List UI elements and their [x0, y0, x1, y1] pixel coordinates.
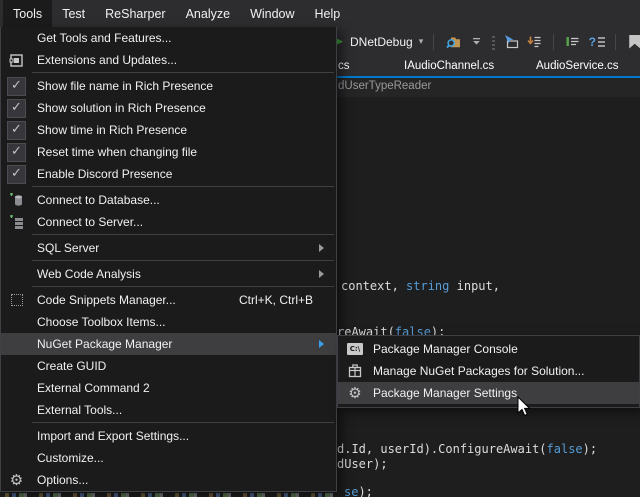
menu-item-show-time-rich-presence[interactable]: ✓ Show time in Rich Presence — [1, 119, 336, 141]
menu-item-enable-discord-presence[interactable]: ✓ Enable Discord Presence — [1, 163, 336, 185]
checked-icon: ✓ — [1, 165, 32, 184]
submenu-item-package-manager-settings[interactable]: ⚙ Package Manager Settings — [338, 382, 639, 404]
code-line: dUser); — [337, 457, 388, 471]
menu-item-show-file-name-rich-presence[interactable]: ✓ Show file name in Rich Presence — [1, 75, 336, 97]
check-icon: ✓ — [7, 77, 26, 96]
code-token: ); — [358, 485, 372, 497]
visual-studio-window: Tools Test ReSharper Analyze Window Help… — [0, 0, 640, 497]
bookmark-shape — [629, 35, 640, 49]
nuget-submenu: C:\ Package Manager Console Manage NuGet… — [337, 335, 640, 408]
menu-item-create-guid[interactable]: Create GUID — [1, 355, 336, 377]
menu-separator — [32, 186, 334, 187]
bookmark-icon[interactable] — [626, 33, 640, 50]
question-glyph: ? — [589, 35, 596, 49]
tab-iaudiochannel[interactable]: IAudioChannel.cs — [404, 56, 494, 76]
menu-separator — [32, 286, 334, 287]
menubar-item-resharper[interactable]: ReSharper — [95, 0, 175, 27]
code-line: context, string input, — [341, 279, 500, 293]
menu-item-external-tools[interactable]: External Tools... — [1, 399, 336, 421]
check-icon: ✓ — [7, 99, 26, 118]
checked-icon: ✓ — [1, 99, 32, 118]
checked-icon: ✓ — [1, 143, 32, 162]
code-token: context, — [341, 279, 406, 293]
menu-separator — [32, 422, 334, 423]
gear-icon: ⚙ — [345, 386, 365, 401]
menu-item-get-tools-and-features[interactable]: Get Tools and Features... — [1, 27, 336, 49]
menu-item-reset-time-changing-file[interactable]: ✓ Reset time when changing file — [1, 141, 336, 163]
code-snippets-icon — [1, 294, 32, 306]
menu-item-connect-to-server[interactable]: Connect to Server... — [1, 211, 336, 233]
toolbar-separator — [615, 34, 616, 50]
tab-partial[interactable]: cs — [338, 56, 350, 76]
menu-separator — [32, 72, 334, 73]
menubar-item-test[interactable]: Test — [52, 0, 95, 27]
menu-item-external-command-2[interactable]: External Command 2 — [1, 377, 336, 399]
shortcut-label: Ctrl+K, Ctrl+B — [239, 293, 319, 307]
menubar-item-tools[interactable]: Tools — [3, 0, 52, 27]
menu-item-options[interactable]: ⚙ Options... — [1, 469, 336, 491]
menu-item-connect-to-database[interactable]: Connect to Database... — [1, 189, 336, 211]
toolbar-separator — [553, 34, 554, 50]
toolbar-overflow-chevron-icon[interactable] — [468, 33, 485, 50]
member-list-icon[interactable] — [502, 33, 519, 50]
console-icon: C:\ — [345, 343, 365, 355]
submenu-arrow-icon — [319, 270, 336, 278]
menu-item-show-solution-rich-presence[interactable]: ✓ Show solution in Rich Presence — [1, 97, 336, 119]
code-token-keyword: se — [344, 485, 358, 497]
code-line: se); — [344, 485, 373, 497]
menu-separator — [32, 260, 334, 261]
menu-item-code-snippets-manager[interactable]: Code Snippets Manager... Ctrl+K, Ctrl+B — [1, 289, 336, 311]
checked-icon: ✓ — [1, 77, 32, 96]
menubar-item-analyze[interactable]: Analyze — [176, 0, 240, 27]
menubar-item-help[interactable]: Help — [305, 0, 351, 27]
checked-icon: ✓ — [1, 121, 32, 140]
menu-item-import-export-settings[interactable]: Import and Export Settings... — [1, 425, 336, 447]
package-icon — [345, 364, 365, 378]
run-config-label: DNetDebug — [350, 35, 413, 49]
quick-info-icon[interactable]: ? — [588, 33, 605, 50]
menu-item-sql-server[interactable]: SQL Server — [1, 237, 336, 259]
mouse-cursor — [515, 396, 535, 418]
word-completion-icon[interactable] — [526, 33, 543, 50]
tools-menu: Get Tools and Features... Extensions and… — [0, 27, 337, 492]
database-icon — [1, 192, 32, 208]
quick-info-lines — [598, 37, 605, 47]
chevron-down-icon: ▾ — [419, 37, 424, 47]
parameter-info-icon[interactable] — [564, 33, 581, 50]
check-icon: ✓ — [7, 121, 26, 140]
check-icon: ✓ — [7, 143, 26, 162]
code-token-keyword: string — [406, 279, 449, 293]
menu-bar: Tools Test ReSharper Analyze Window Help — [0, 0, 640, 27]
submenu-item-manage-nuget-packages[interactable]: Manage NuGet Packages for Solution... — [338, 360, 639, 382]
menu-item-choose-toolbox-items[interactable]: Choose Toolbox Items... — [1, 311, 336, 333]
navigation-type-dropdown[interactable]: dUserTypeReader — [338, 80, 431, 92]
menu-item-web-code-analysis[interactable]: Web Code Analysis — [1, 263, 336, 285]
submenu-arrow-icon — [319, 244, 336, 252]
check-icon: ✓ — [7, 165, 26, 184]
run-config-dropdown[interactable]: DNetDebug ▾ — [350, 35, 423, 49]
menubar-item-window[interactable]: Window — [240, 0, 304, 27]
toolbar-separator — [433, 34, 434, 50]
gear-icon: ⚙ — [1, 473, 32, 488]
extensions-icon — [1, 53, 32, 68]
menu-item-customize[interactable]: Customize... — [1, 447, 336, 469]
menu-item-extensions-and-updates[interactable]: Extensions and Updates... — [1, 49, 336, 71]
server-icon — [1, 214, 32, 230]
code-line: d.Id, userId).ConfigureAwait(false); — [337, 442, 597, 456]
submenu-arrow-icon — [319, 340, 336, 348]
menu-item-nuget-package-manager[interactable]: NuGet Package Manager — [1, 333, 336, 355]
submenu-item-package-manager-console[interactable]: C:\ Package Manager Console — [338, 338, 639, 360]
menu-separator — [32, 234, 334, 235]
code-token-keyword: false — [547, 442, 583, 456]
code-token: d.Id, userId).ConfigureAwait( — [337, 442, 547, 456]
clipped-code-line — [0, 493, 337, 497]
tab-audioservice[interactable]: AudioService.cs — [536, 56, 618, 76]
code-token: ); — [583, 442, 597, 456]
code-token: input, — [449, 279, 500, 293]
toolbar-drag-handle[interactable] — [492, 34, 495, 50]
code-token: dUser); — [337, 457, 388, 471]
find-in-files-icon[interactable] — [444, 33, 461, 50]
